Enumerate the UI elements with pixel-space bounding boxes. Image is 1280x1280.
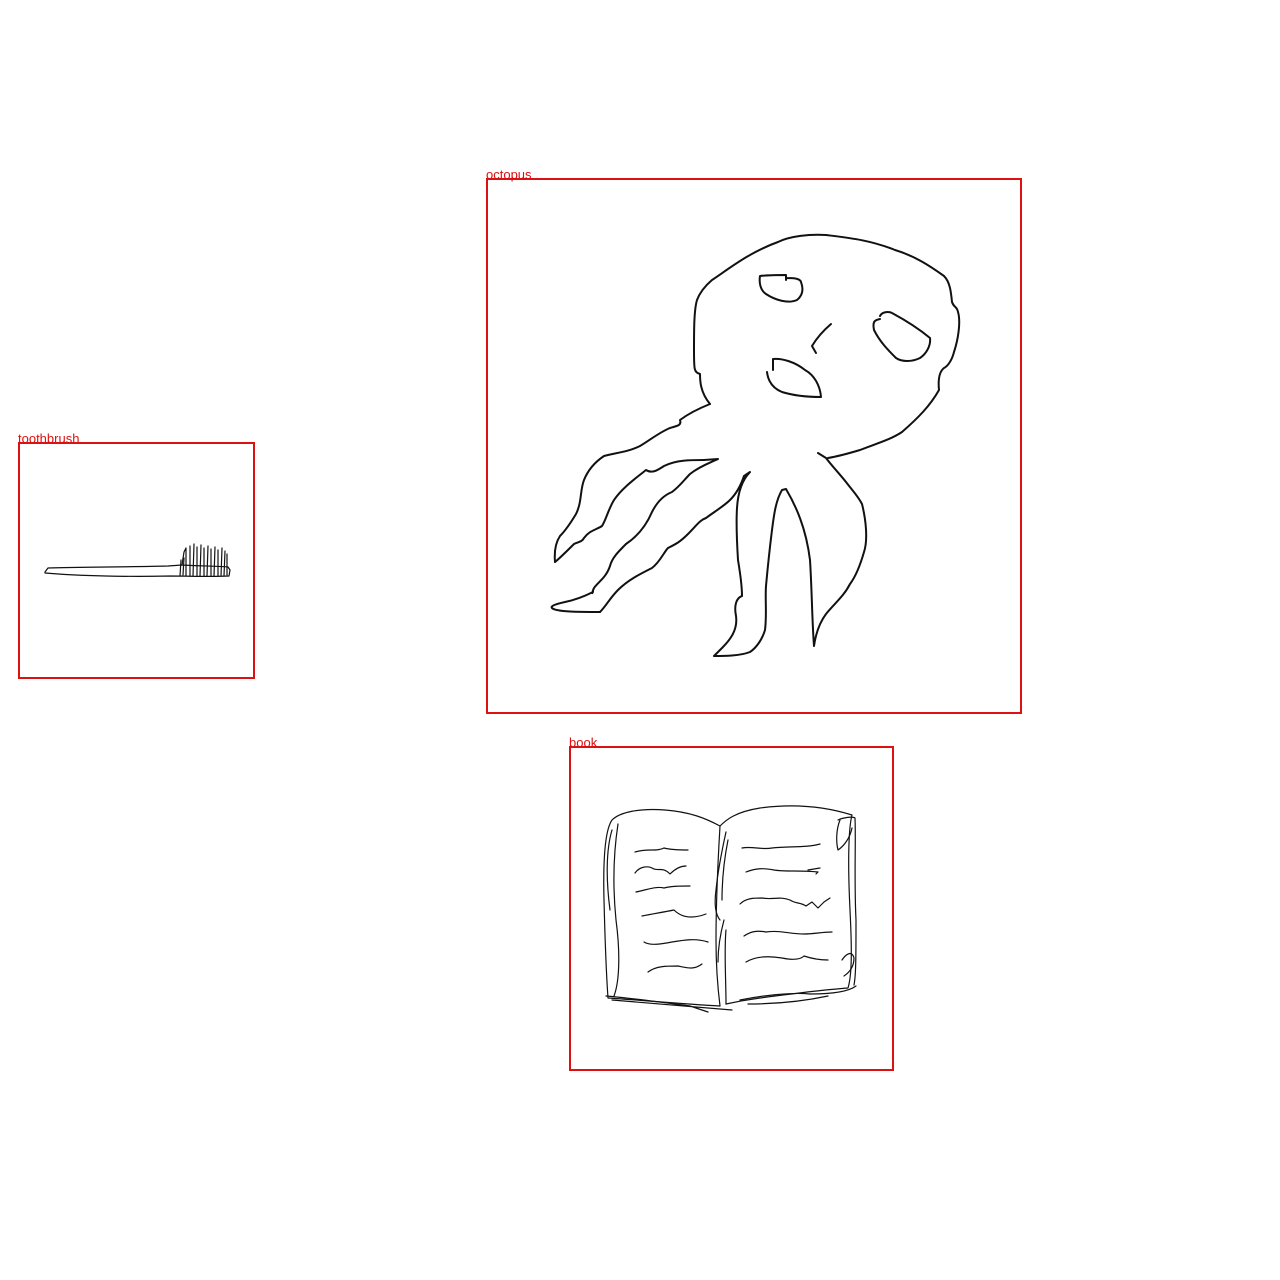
octopus-label: octopus <box>486 167 532 182</box>
octopus-bounding-box <box>486 178 1022 714</box>
book-label: book <box>569 735 598 750</box>
toothbrush-bounding-box <box>18 442 255 679</box>
toothbrush-label: toothbrush <box>18 431 80 446</box>
book-bounding-box <box>569 746 894 1071</box>
